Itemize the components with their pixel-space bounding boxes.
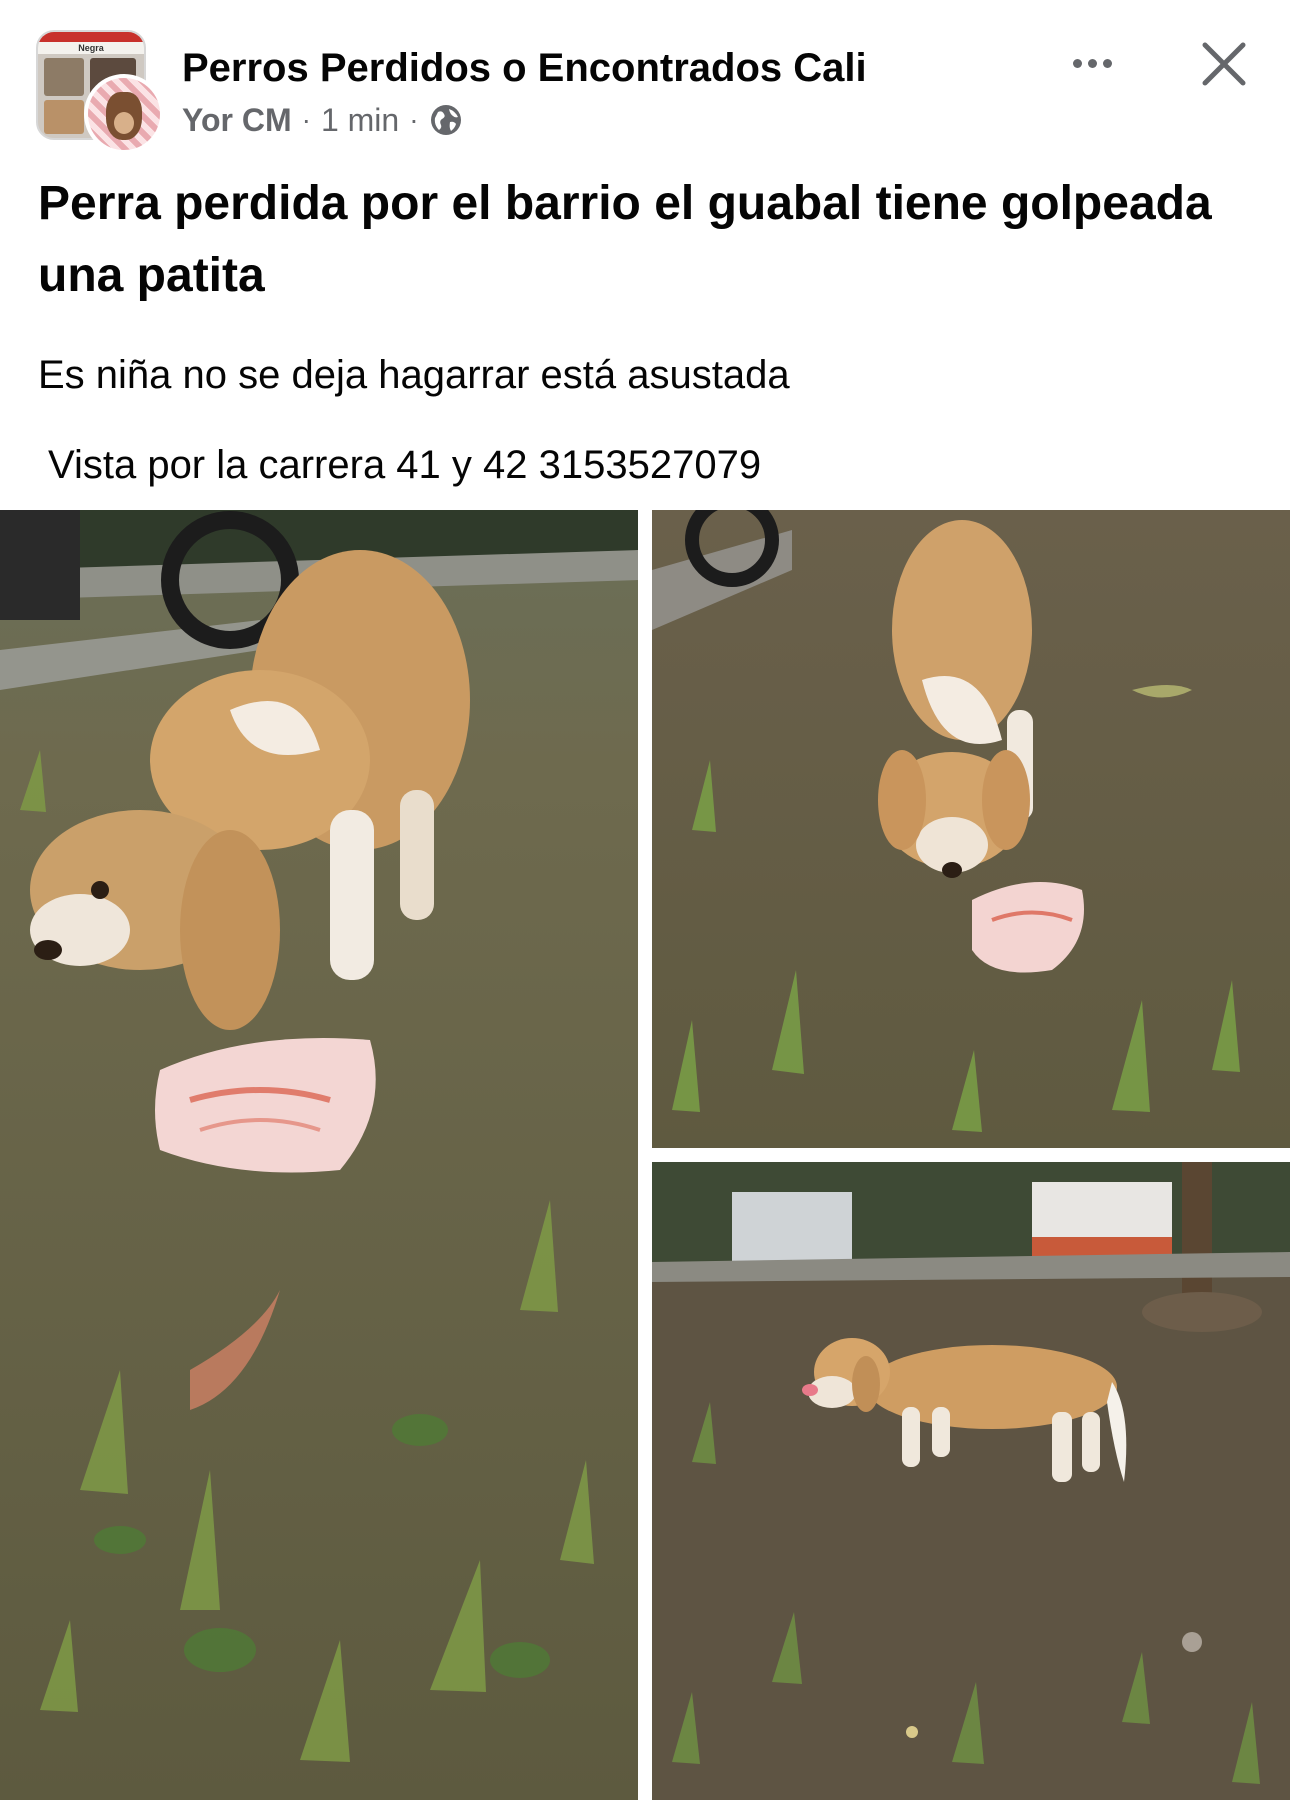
author-name-link[interactable]: Yor CM xyxy=(182,102,292,139)
avatar-group[interactable]: Negra xyxy=(36,30,164,154)
photo-beagle-from-above[interactable] xyxy=(652,510,1290,1148)
meta-separator: · xyxy=(409,104,419,135)
more-dots-icon xyxy=(1102,58,1112,68)
photo-image xyxy=(652,510,1290,1148)
group-avatar-banner xyxy=(38,32,144,42)
group-avatar-photo xyxy=(44,100,84,134)
more-options-button[interactable] xyxy=(1060,38,1124,88)
more-dots-icon xyxy=(1072,58,1082,68)
close-icon[interactable] xyxy=(1196,36,1252,92)
post-meta: Yor CM · 1 min · xyxy=(182,100,463,140)
group-avatar-badge: Negra xyxy=(38,42,144,54)
photo-grid xyxy=(0,510,1290,1800)
user-avatar[interactable] xyxy=(84,74,164,154)
post-body-line: Es niña no se deja hagarrar está asustad… xyxy=(38,353,790,397)
photo-image xyxy=(0,510,638,1800)
photo-image xyxy=(652,1162,1290,1800)
photo-beagle-walking[interactable] xyxy=(652,1162,1290,1800)
user-avatar-dog-face xyxy=(114,112,134,134)
post-timestamp[interactable]: 1 min xyxy=(321,102,399,139)
post-header: Negra Perros Perdidos o Encontrados Cali… xyxy=(0,0,1290,154)
post-title: Perra perdida por el barrio el guabal ti… xyxy=(38,177,1212,302)
globe-icon[interactable] xyxy=(429,103,463,137)
post-body-line: Vista por la carrera 41 y 42 3153527079 xyxy=(48,443,762,487)
group-avatar-photo xyxy=(44,58,84,96)
more-dots-icon xyxy=(1087,58,1097,68)
photo-beagle-closeup[interactable] xyxy=(0,510,638,1800)
group-name-link[interactable]: Perros Perdidos o Encontrados Cali xyxy=(182,44,867,92)
meta-separator: · xyxy=(301,104,311,135)
